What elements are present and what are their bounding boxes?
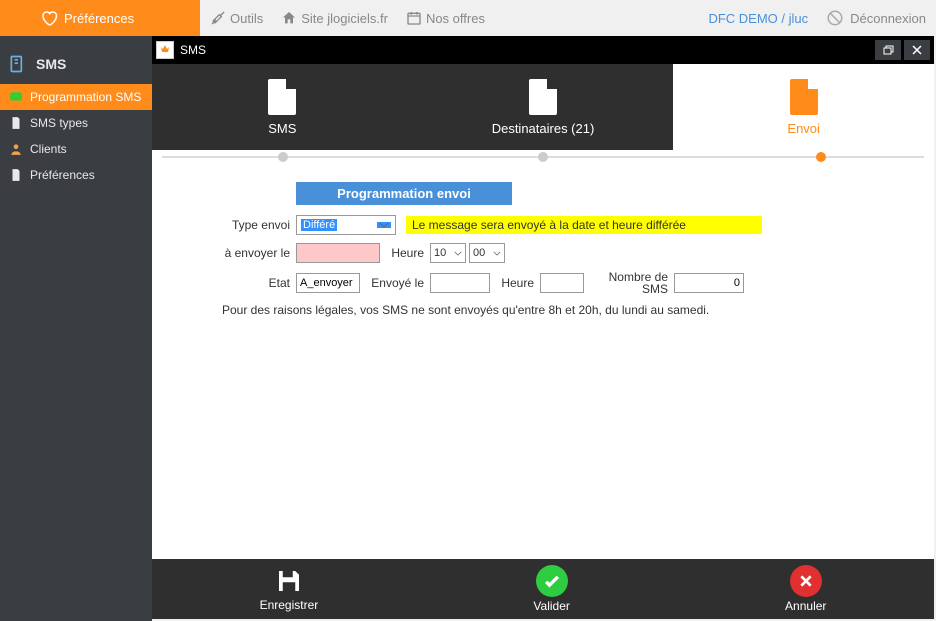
toolbar-logout[interactable]: Déconnexion <box>826 9 926 27</box>
sidebar-item-label: Clients <box>30 142 67 156</box>
hour-value: 10 <box>434 247 446 259</box>
toolbar-offers-label: Nos offres <box>426 11 485 26</box>
chevron-down-icon <box>493 251 501 256</box>
hour-select[interactable]: 10 <box>430 243 466 263</box>
cancel-button[interactable]: Annuler <box>785 565 826 613</box>
sidebar-item-label: Préférences <box>30 168 95 182</box>
tab-label: Envoi <box>787 121 820 136</box>
etat-label: Etat <box>182 276 296 290</box>
main-window: SMS SMS Destinataires (21) Envoi Program… <box>152 36 934 619</box>
toolbar-site-label: Site jlogiciels.fr <box>301 11 388 26</box>
window-titlebar: SMS <box>152 36 934 64</box>
toolbar-logout-label: Déconnexion <box>850 11 926 26</box>
toolbar-site[interactable]: Site jlogiciels.fr <box>281 10 388 26</box>
forbidden-icon <box>826 9 844 27</box>
legal-notice: Pour des raisons légales, vos SMS ne son… <box>222 303 904 317</box>
validate-label: Valider <box>533 599 569 613</box>
person-icon <box>8 141 24 157</box>
form-area: Programmation envoi Type envoi Différé L… <box>152 170 934 559</box>
etat-input[interactable] <box>296 273 360 293</box>
heure2-label: Heure <box>490 276 540 290</box>
sidebar-item-sms-types[interactable]: SMS types <box>0 110 152 136</box>
action-bar: Enregistrer Valider Annuler <box>152 559 934 619</box>
toolbar-offers[interactable]: Nos offres <box>406 10 485 26</box>
save-label: Enregistrer <box>260 598 319 612</box>
save-icon <box>274 566 304 596</box>
type-envoi-hint: Le message sera envoyé à la date et heur… <box>406 216 762 234</box>
home-icon <box>281 10 297 26</box>
window-close-button[interactable] <box>904 40 930 60</box>
heure2-input[interactable] <box>540 273 584 293</box>
nbsms-input[interactable] <box>674 273 744 293</box>
tab-destinataires[interactable]: Destinataires (21) <box>413 64 674 150</box>
file-icon <box>529 79 557 115</box>
cancel-label: Annuler <box>785 599 826 613</box>
step-dot <box>538 152 548 162</box>
heart-icon <box>40 9 58 27</box>
sms-module-icon <box>8 54 28 74</box>
check-icon <box>536 565 568 597</box>
sidebar-item-programmation-sms[interactable]: Programmation SMS <box>0 84 152 110</box>
toolbar-tools-label: Outils <box>230 11 263 26</box>
toolbar-user[interactable]: DFC DEMO / jluc <box>708 11 808 26</box>
toolbar-preferences-label: Préférences <box>64 11 134 26</box>
tab-sms[interactable]: SMS <box>152 64 413 150</box>
stepper <box>152 150 934 170</box>
tab-label: Destinataires (21) <box>492 121 595 136</box>
type-envoi-value: Différé <box>301 219 337 231</box>
sidebar-item-clients[interactable]: Clients <box>0 136 152 162</box>
file-icon <box>268 79 296 115</box>
validate-button[interactable]: Valider <box>533 565 569 613</box>
window-restore-button[interactable] <box>875 40 901 60</box>
toolbar-preferences[interactable]: Préférences <box>0 0 200 36</box>
sidebar-item-label: SMS types <box>30 116 88 130</box>
sidebar: SMS Programmation SMS SMS types Clients … <box>0 36 152 621</box>
chevron-down-icon <box>454 251 462 256</box>
tab-envoi[interactable]: Envoi <box>673 64 934 150</box>
tab-strip: SMS Destinataires (21) Envoi <box>152 64 934 150</box>
tools-icon <box>210 10 226 26</box>
file-icon <box>790 79 818 115</box>
section-title: Programmation envoi <box>296 182 512 205</box>
envoye-le-label: Envoyé le <box>360 276 430 290</box>
calendar-icon <box>406 10 422 26</box>
window-title: SMS <box>180 43 206 57</box>
window-icon <box>156 41 174 59</box>
hour-label: Heure <box>380 246 430 260</box>
minute-select[interactable]: 00 <box>469 243 505 263</box>
send-on-label: à envoyer le <box>182 246 296 260</box>
sidebar-item-preferences[interactable]: Préférences <box>0 162 152 188</box>
sidebar-header-label: SMS <box>36 56 66 72</box>
nbsms-label: Nombre de SMS <box>584 271 674 295</box>
type-envoi-label: Type envoi <box>182 218 296 232</box>
save-button[interactable]: Enregistrer <box>260 566 319 612</box>
envoye-le-input[interactable] <box>430 273 490 293</box>
top-toolbar: Préférences Outils Site jlogiciels.fr No… <box>0 0 936 36</box>
type-envoi-select[interactable]: Différé <box>296 215 396 235</box>
tab-label: SMS <box>268 121 296 136</box>
document-icon <box>8 167 24 183</box>
step-dot-active <box>816 152 826 162</box>
send-on-input[interactable] <box>296 243 380 263</box>
minute-value: 00 <box>473 247 485 259</box>
sms-icon <box>8 89 24 105</box>
document-icon <box>8 115 24 131</box>
chevron-down-icon <box>377 222 391 228</box>
close-icon <box>790 565 822 597</box>
step-dot <box>278 152 288 162</box>
toolbar-right: Outils Site jlogiciels.fr Nos offres DFC… <box>200 0 936 36</box>
sidebar-header: SMS <box>0 36 152 84</box>
toolbar-tools[interactable]: Outils <box>210 10 263 26</box>
sidebar-item-label: Programmation SMS <box>30 90 141 104</box>
